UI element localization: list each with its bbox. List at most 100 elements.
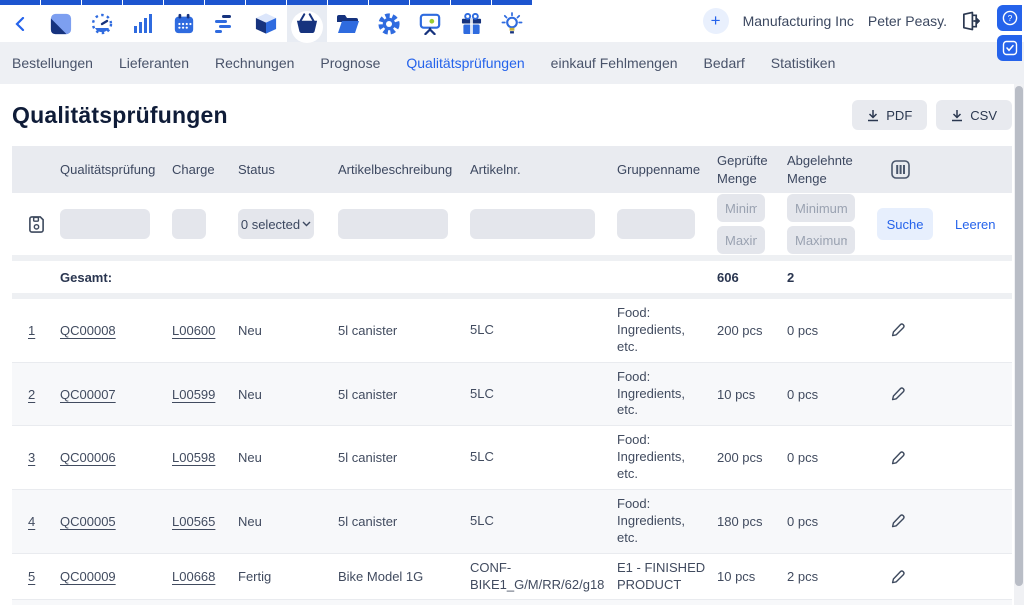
gantt-bars-icon bbox=[214, 14, 236, 34]
gauge-icon bbox=[90, 12, 114, 36]
artikelnr-cell: CONF-BIKE1_G/M/RR/62/g18 bbox=[470, 554, 617, 600]
edit-button[interactable] bbox=[891, 386, 906, 402]
toolbar-item-statistics[interactable] bbox=[123, 0, 163, 42]
table-row: 1 QC00008 L00600 Neu 5l canister 5LC Foo… bbox=[12, 299, 1012, 363]
help-button[interactable]: ? bbox=[997, 5, 1022, 31]
toolbar-right: + Manufacturing Inc Peter Peasy. bbox=[703, 0, 1024, 42]
row-number-link[interactable]: 2 bbox=[28, 387, 35, 402]
csv-label: CSV bbox=[970, 108, 997, 123]
edit-button[interactable] bbox=[891, 569, 906, 585]
header-charge[interactable]: Charge bbox=[172, 161, 238, 179]
filter-charge-input[interactable] bbox=[172, 209, 206, 239]
tab-prognose[interactable]: Prognose bbox=[320, 55, 380, 71]
charge-link[interactable]: L00565 bbox=[172, 514, 215, 529]
toolbar-item-inventory[interactable] bbox=[246, 0, 286, 42]
tasks-button[interactable] bbox=[997, 35, 1022, 61]
add-button[interactable]: + bbox=[703, 8, 729, 34]
scrollbar-thumb[interactable] bbox=[1015, 86, 1023, 586]
tab-rechnungen[interactable]: Rechnungen bbox=[215, 55, 294, 71]
csv-export-button[interactable]: CSV bbox=[936, 100, 1012, 130]
export-actions: PDF CSV bbox=[852, 100, 1012, 130]
filter-status-select[interactable]: 0 selected bbox=[238, 209, 314, 239]
calendar-icon bbox=[173, 13, 195, 35]
filter-gepruefte-max-input[interactable] bbox=[717, 226, 765, 254]
header-abgelehnte-menge[interactable]: Abgelehnte Menge bbox=[787, 152, 877, 187]
table-row: 4 QC00005 L00565 Neu 5l canister 5LC Foo… bbox=[12, 490, 1012, 554]
tab-bedarf[interactable]: Bedarf bbox=[704, 55, 745, 71]
user-name[interactable]: Peter Peasy. bbox=[868, 13, 947, 29]
back-button[interactable] bbox=[0, 0, 40, 42]
toolbar-item-presentation[interactable] bbox=[410, 0, 450, 42]
save-filter-button[interactable] bbox=[28, 215, 50, 233]
row-number-link[interactable]: 3 bbox=[28, 450, 35, 465]
status-cell: Neu bbox=[238, 450, 338, 465]
qc-link[interactable]: QC00005 bbox=[60, 514, 116, 529]
tab-statistiken[interactable]: Statistiken bbox=[771, 55, 836, 71]
pdf-export-button[interactable]: PDF bbox=[852, 100, 927, 130]
download-icon bbox=[867, 109, 879, 122]
filter-gruppenname-input[interactable] bbox=[617, 209, 695, 239]
toolbar-item-settings[interactable] bbox=[369, 0, 409, 42]
toolbar-item-documents[interactable] bbox=[328, 0, 368, 42]
filter-qualitaetspruefung-input[interactable] bbox=[60, 209, 150, 239]
toolbar-item-purchasing[interactable] bbox=[287, 0, 327, 42]
charge-link[interactable]: L00600 bbox=[172, 323, 215, 338]
toolbar-item-rewards[interactable] bbox=[451, 0, 491, 42]
header-gepruefte-menge[interactable]: Geprüfte Menge bbox=[717, 152, 787, 187]
charge-link[interactable]: L00598 bbox=[172, 450, 215, 465]
qc-link[interactable]: QC00008 bbox=[60, 323, 116, 338]
table-row: 2 QC00007 L00599 Neu 5l canister 5LC Foo… bbox=[12, 363, 1012, 427]
filter-abgelehnte-min-input[interactable] bbox=[787, 194, 855, 222]
floating-buttons: ? bbox=[997, 5, 1022, 61]
logout-button[interactable] bbox=[961, 11, 980, 31]
header-gruppenname[interactable]: Gruppenname bbox=[617, 161, 717, 179]
header-status[interactable]: Status bbox=[238, 161, 338, 179]
toolbar-item-home[interactable] bbox=[41, 0, 81, 42]
row-number-link[interactable]: 1 bbox=[28, 323, 35, 338]
gift-icon bbox=[461, 13, 482, 35]
charge-link[interactable]: L00668 bbox=[172, 569, 215, 584]
title-row: Qualitätsprüfungen PDF CSV bbox=[0, 84, 1024, 146]
gepruefte-cell: 200 pcs bbox=[717, 450, 787, 465]
edit-button[interactable] bbox=[891, 450, 906, 466]
row-number-link[interactable]: 5 bbox=[28, 569, 35, 584]
gruppe-cell: E1 - FINISHED PRODUCT bbox=[617, 600, 717, 605]
row-number-link[interactable]: 4 bbox=[28, 514, 35, 529]
pdf-label: PDF bbox=[886, 108, 912, 123]
top-toolbar: + Manufacturing Inc Peter Peasy. ? bbox=[0, 0, 1024, 42]
tab-lieferanten[interactable]: Lieferanten bbox=[119, 55, 189, 71]
clear-button[interactable]: Leeren bbox=[943, 217, 995, 232]
tab-bestellungen[interactable]: Bestellungen bbox=[12, 55, 93, 71]
pencil-icon bbox=[891, 322, 906, 338]
beschreibung-cell: 5l canister bbox=[338, 514, 470, 529]
abgelehnte-cell: 0 pcs bbox=[787, 323, 877, 338]
header-artikelbeschreibung[interactable]: Artikelbeschreibung bbox=[338, 161, 470, 179]
filter-artikelnr-input[interactable] bbox=[470, 209, 595, 239]
tab-qualitaetspruefungen[interactable]: Qualitätsprüfungen bbox=[406, 55, 524, 71]
toolbar-item-calendar[interactable] bbox=[164, 0, 204, 42]
filter-artikelbeschreibung-input[interactable] bbox=[338, 209, 448, 239]
nav-tabs: Bestellungen Lieferanten Rechnungen Prog… bbox=[0, 42, 1024, 84]
header-artikelnr[interactable]: Artikelnr. bbox=[470, 161, 617, 179]
edit-button[interactable] bbox=[891, 322, 906, 338]
charge-link[interactable]: L00599 bbox=[172, 387, 215, 402]
filter-gepruefte-min-input[interactable] bbox=[717, 194, 765, 222]
artikelnr-cell: 5LC bbox=[470, 316, 617, 345]
toolbar-item-planning[interactable] bbox=[205, 0, 245, 42]
search-button[interactable]: Suche bbox=[877, 208, 933, 240]
qc-link[interactable]: QC00009 bbox=[60, 569, 116, 584]
tab-einkauf-fehlmengen[interactable]: einkauf Fehlmengen bbox=[551, 55, 678, 71]
column-settings-button[interactable] bbox=[891, 160, 910, 179]
toolbar-item-dashboard[interactable] bbox=[82, 0, 122, 42]
gruppe-cell: Food: Ingredients, etc. bbox=[617, 363, 717, 426]
filter-abgelehnte-max-input[interactable] bbox=[787, 226, 855, 254]
qc-link[interactable]: QC00007 bbox=[60, 387, 116, 402]
chevron-left-icon bbox=[15, 17, 25, 31]
vertical-scrollbar[interactable] bbox=[1014, 84, 1024, 605]
header-qualitaetspruefung[interactable]: Qualitätsprüfung bbox=[60, 161, 172, 179]
total-abgelehnte: 2 bbox=[787, 270, 877, 285]
toolbar-item-ideas[interactable] bbox=[492, 0, 532, 42]
edit-button[interactable] bbox=[891, 513, 906, 529]
qc-link[interactable]: QC00006 bbox=[60, 450, 116, 465]
total-gepruefte: 606 bbox=[717, 270, 787, 285]
